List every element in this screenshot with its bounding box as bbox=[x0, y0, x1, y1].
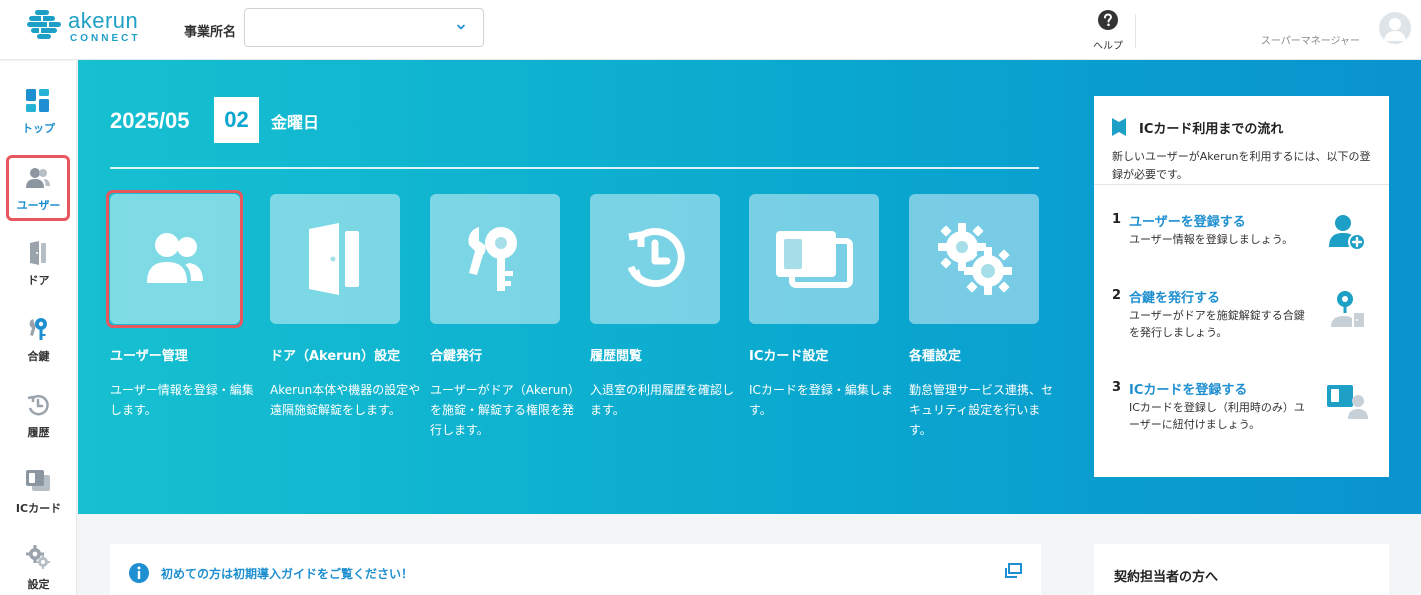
door-icon bbox=[30, 241, 46, 265]
tile-title[interactable]: 履歴閲覧 bbox=[590, 345, 642, 364]
door-icon bbox=[309, 223, 359, 295]
register-ic-card-link[interactable]: ICカードを登録する bbox=[1129, 379, 1247, 398]
sidebar: トップ ユーザー ドア 合鍵 履歴 ICカード 設定 bbox=[0, 61, 77, 595]
keys-icon bbox=[29, 318, 47, 340]
sidebar-users-highlight bbox=[6, 155, 70, 221]
panel-intro: 新しいユーザーがAkerunを利用するには、以下の登録が必要です。 bbox=[1112, 150, 1371, 181]
dashboard-icon bbox=[26, 89, 49, 112]
onboarding-guide-link[interactable]: 初めての方は初期導入ガイドをご覧ください！ bbox=[161, 565, 413, 582]
sidebar-item-settings[interactable]: 設定 bbox=[0, 543, 77, 595]
top-header: akerun CONNECT 事業所名 ヘルプ スーパーマネージャー bbox=[0, 0, 1421, 60]
tile-description: ユーザー情報を登録・編集します。 bbox=[110, 383, 254, 417]
onboarding-guide-card[interactable]: 初めての方は初期導入ガイドをご覧ください！ bbox=[110, 544, 1041, 595]
tile-ic-card-settings[interactable] bbox=[749, 194, 879, 324]
step-description: ICカードを登録し（利用時のみ）ユーザーに紐付けましょう。 bbox=[1129, 401, 1305, 431]
step-description: ユーザー情報を登録しましょう。 bbox=[1129, 233, 1294, 246]
tile-history[interactable] bbox=[590, 194, 720, 324]
history-icon bbox=[627, 228, 685, 287]
tile-description: 入退室の利用履歴を確認します。 bbox=[590, 383, 735, 417]
step-description: ユーザーがドアを施錠解錠する合鍵を発行しましょう。 bbox=[1129, 309, 1305, 339]
step-number: 1 bbox=[1112, 212, 1122, 227]
user-key-icon bbox=[1331, 291, 1364, 327]
history-icon bbox=[27, 394, 49, 416]
bookmark-icon bbox=[1112, 118, 1126, 136]
hero-divider bbox=[110, 167, 1039, 169]
header-divider bbox=[1135, 14, 1136, 48]
tile-title[interactable]: 合鍵発行 bbox=[430, 345, 482, 364]
sidebar-item-ic-card[interactable]: ICカード bbox=[0, 467, 77, 537]
sidebar-item-label: 設定 bbox=[27, 578, 50, 591]
akerun-logo[interactable]: akerun CONNECT bbox=[27, 8, 147, 48]
keys-icon bbox=[468, 227, 517, 291]
date-year-month: 2025/05 bbox=[110, 108, 190, 133]
panel-divider bbox=[1094, 184, 1389, 185]
gear-icon bbox=[26, 545, 50, 569]
avatar-icon bbox=[1384, 18, 1406, 41]
sidebar-item-history[interactable]: 履歴 bbox=[0, 391, 77, 461]
user-role: スーパーマネージャー bbox=[1260, 36, 1360, 47]
tile-title[interactable]: 各種設定 bbox=[909, 345, 961, 364]
tile-description: Akerun本体や機器の設定や遠隔施錠解錠をします。 bbox=[270, 383, 421, 417]
ic-card-icon bbox=[776, 231, 853, 288]
tile-key-issue[interactable] bbox=[430, 194, 560, 324]
contract-manager-card: 契約担当者の方へ bbox=[1094, 544, 1389, 595]
tile-various-settings[interactable] bbox=[909, 194, 1039, 324]
step-number: 3 bbox=[1112, 380, 1122, 395]
external-window-icon[interactable] bbox=[1004, 563, 1022, 579]
sidebar-item-label: 合鍵 bbox=[27, 350, 50, 363]
tile-door-settings[interactable] bbox=[270, 194, 400, 324]
gear-icon bbox=[938, 223, 1012, 295]
contract-title: 契約担当者の方へ bbox=[1114, 570, 1219, 585]
add-user-icon bbox=[1329, 215, 1366, 251]
help-button[interactable]: ヘルプ bbox=[1091, 9, 1125, 52]
panel-title: ICカード利用までの流れ bbox=[1139, 122, 1284, 137]
tile-title[interactable]: ドア（Akerun）設定 bbox=[270, 345, 400, 364]
sidebar-item-label: ICカード bbox=[15, 502, 62, 515]
date-weekday: 金曜日 bbox=[271, 113, 320, 132]
sidebar-item-keys[interactable]: 合鍵 bbox=[0, 315, 77, 385]
register-user-link[interactable]: ユーザーを登録する bbox=[1129, 211, 1246, 230]
help-label: ヘルプ bbox=[1093, 41, 1123, 52]
sidebar-item-label: 履歴 bbox=[27, 426, 50, 439]
tile-description: ユーザーがドア（Akerun）を施錠・解錠する権限を発行します。 bbox=[430, 383, 581, 437]
logo-subtitle: CONNECT bbox=[70, 33, 141, 44]
akerun-logo-icon bbox=[27, 10, 61, 39]
info-icon bbox=[129, 563, 149, 583]
tile-description: ICカードを登録・編集します。 bbox=[749, 383, 893, 417]
office-select[interactable] bbox=[244, 8, 484, 47]
help-icon bbox=[1098, 10, 1118, 30]
sidebar-item-door[interactable]: ドア bbox=[0, 239, 77, 309]
ic-card-flow-panel: ICカード利用までの流れ 新しいユーザーがAkerunを利用するには、以下の登録… bbox=[1094, 96, 1389, 477]
sidebar-item-label: ドア bbox=[27, 274, 50, 287]
sidebar-item-label: トップ bbox=[22, 122, 55, 135]
ic-card-user-icon bbox=[1327, 385, 1368, 419]
tile-title[interactable]: ICカード設定 bbox=[749, 345, 828, 364]
logo-name: akerun bbox=[68, 8, 139, 33]
avatar[interactable] bbox=[1379, 12, 1411, 44]
sidebar-item-top[interactable]: トップ bbox=[0, 87, 77, 157]
tile-title[interactable]: ユーザー管理 bbox=[110, 345, 188, 364]
ic-card-icon bbox=[26, 470, 50, 491]
step-number: 2 bbox=[1112, 288, 1122, 303]
office-label: 事業所名 bbox=[184, 25, 237, 40]
chevron-down-icon bbox=[457, 24, 465, 30]
tile-user-management-highlight bbox=[106, 190, 243, 328]
issue-key-link[interactable]: 合鍵を発行する bbox=[1129, 287, 1220, 306]
date-day: 02 bbox=[214, 97, 259, 143]
tile-description: 勤怠管理サービス連携、セキュリティ設定を行います。 bbox=[909, 383, 1054, 437]
